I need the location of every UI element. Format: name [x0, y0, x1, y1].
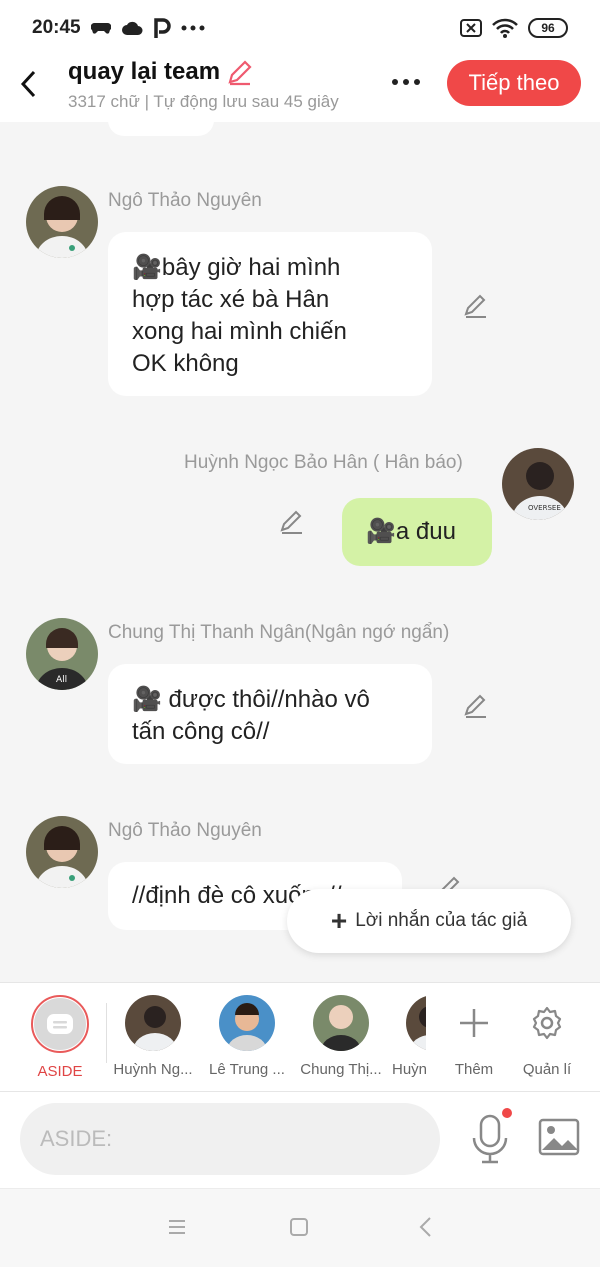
next-button[interactable]: Tiếp theo	[447, 60, 581, 106]
sender-name: Chung Thị Thanh Ngân(Ngân ngớ ngẩn)	[108, 622, 450, 643]
gear-icon	[532, 1006, 562, 1040]
microphone-icon[interactable]	[468, 1114, 512, 1164]
story-title[interactable]: quay lại team	[68, 58, 220, 86]
message-line: OK không	[132, 350, 239, 377]
character-item[interactable]: Chung Thị...	[298, 995, 384, 1078]
home-icon[interactable]	[285, 1215, 313, 1239]
message-input[interactable]	[20, 1103, 440, 1175]
character-avatar	[125, 995, 181, 1051]
message-line: 🎥a đuu	[366, 518, 456, 545]
edit-message-icon[interactable]	[462, 292, 490, 320]
status-right: 96	[460, 18, 568, 38]
menu-icon[interactable]	[163, 1215, 191, 1239]
message-bubble[interactable]: 🎥a đuu	[342, 498, 492, 566]
character-label: Huỳn	[392, 1061, 426, 1078]
character-avatar	[313, 995, 369, 1051]
character-label: Lê Trung ...	[209, 1061, 285, 1078]
character-label: Huỳnh Ng...	[113, 1061, 193, 1078]
svg-text:All: All	[56, 675, 67, 685]
plus-icon	[460, 1009, 488, 1037]
add-author-note-button[interactable]: + Lời nhắn của tác giả	[287, 889, 571, 953]
sender-name: Huỳnh Ngọc Bảo Hân ( Hân báo)	[184, 452, 463, 473]
message-line: 🎥bây giờ hai mình	[132, 254, 341, 281]
plus-icon: +	[330, 905, 348, 936]
message-line: xong hai mình chiến	[132, 318, 347, 345]
header: quay lại team 3317 chữ | Tự động lưu sau…	[0, 56, 600, 122]
back-arrow-icon	[20, 70, 36, 98]
gamepad-icon	[90, 22, 111, 34]
edit-message-icon[interactable]	[462, 692, 490, 720]
character-item[interactable]: Huỳn	[392, 995, 426, 1078]
message-line: 🎥 được thôi//nhào vô	[132, 686, 370, 713]
notification-dot	[502, 1108, 512, 1118]
avatar[interactable]: All	[26, 618, 98, 690]
status-time: 20:45	[32, 17, 81, 38]
avatar[interactable]	[26, 816, 98, 888]
status-bar: 20:45 96	[0, 0, 600, 56]
more-options-button[interactable]	[386, 70, 426, 94]
character-item[interactable]: Huỳnh Ng...	[110, 995, 196, 1078]
p-app-icon	[153, 18, 171, 38]
sender-name: Ngô Thảo Nguyên	[108, 820, 262, 841]
character-avatar	[406, 995, 426, 1051]
character-avatar	[219, 995, 275, 1051]
chat-area[interactable]: Ngô Thảo Nguyên 🎥bây giờ hai mình hợp tá…	[0, 122, 600, 982]
message-line: hợp tác xé bà Hân	[132, 286, 330, 313]
character-label: Chung Thị...	[300, 1061, 382, 1078]
edit-message-icon[interactable]	[278, 508, 306, 536]
back-nav-icon[interactable]	[412, 1215, 440, 1239]
input-bar	[0, 1092, 600, 1188]
avatar[interactable]	[26, 186, 98, 258]
message-line: tấn công cô//	[132, 718, 270, 745]
cloud-icon	[121, 21, 143, 35]
character-aside[interactable]: ASIDE	[17, 995, 103, 1080]
system-nav-bar	[0, 1188, 600, 1267]
battery-indicator: 96	[528, 18, 568, 38]
manage-label: Quản lí	[522, 1061, 572, 1078]
aside-chat-icon	[47, 1014, 73, 1034]
title-row[interactable]: quay lại team	[68, 58, 254, 86]
back-button[interactable]	[12, 64, 44, 104]
image-icon[interactable]	[538, 1118, 580, 1156]
divider	[106, 1003, 107, 1063]
manage-characters-button[interactable]: Quản lí	[504, 995, 590, 1078]
character-item[interactable]: Lê Trung ...	[204, 995, 290, 1078]
wifi-icon	[492, 18, 518, 38]
svg-text:OVERSEE: OVERSEE	[528, 504, 561, 512]
character-label: ASIDE	[37, 1063, 83, 1080]
message-bubble[interactable]: 🎥bây giờ hai mình hợp tác xé bà Hân xong…	[108, 232, 432, 396]
author-note-label: Lời nhắn của tác giả	[355, 910, 528, 931]
sim-x-icon	[460, 19, 482, 37]
more-dots-icon	[181, 25, 205, 31]
status-left: 20:45	[32, 17, 205, 39]
character-bar: ASIDE Huỳnh Ng... Lê Trung ... Chung Thị…	[0, 982, 600, 1092]
previous-message-bubble[interactable]	[108, 122, 214, 136]
sender-name: Ngô Thảo Nguyên	[108, 190, 262, 211]
aside-avatar	[31, 995, 89, 1053]
edit-title-icon[interactable]	[226, 58, 254, 86]
word-count-autosave: 3317 chữ | Tự động lưu sau 45 giây	[68, 92, 339, 111]
message-bubble[interactable]: 🎥 được thôi//nhào vô tấn công cô//	[108, 664, 432, 764]
avatar[interactable]: OVERSEE	[502, 448, 574, 520]
